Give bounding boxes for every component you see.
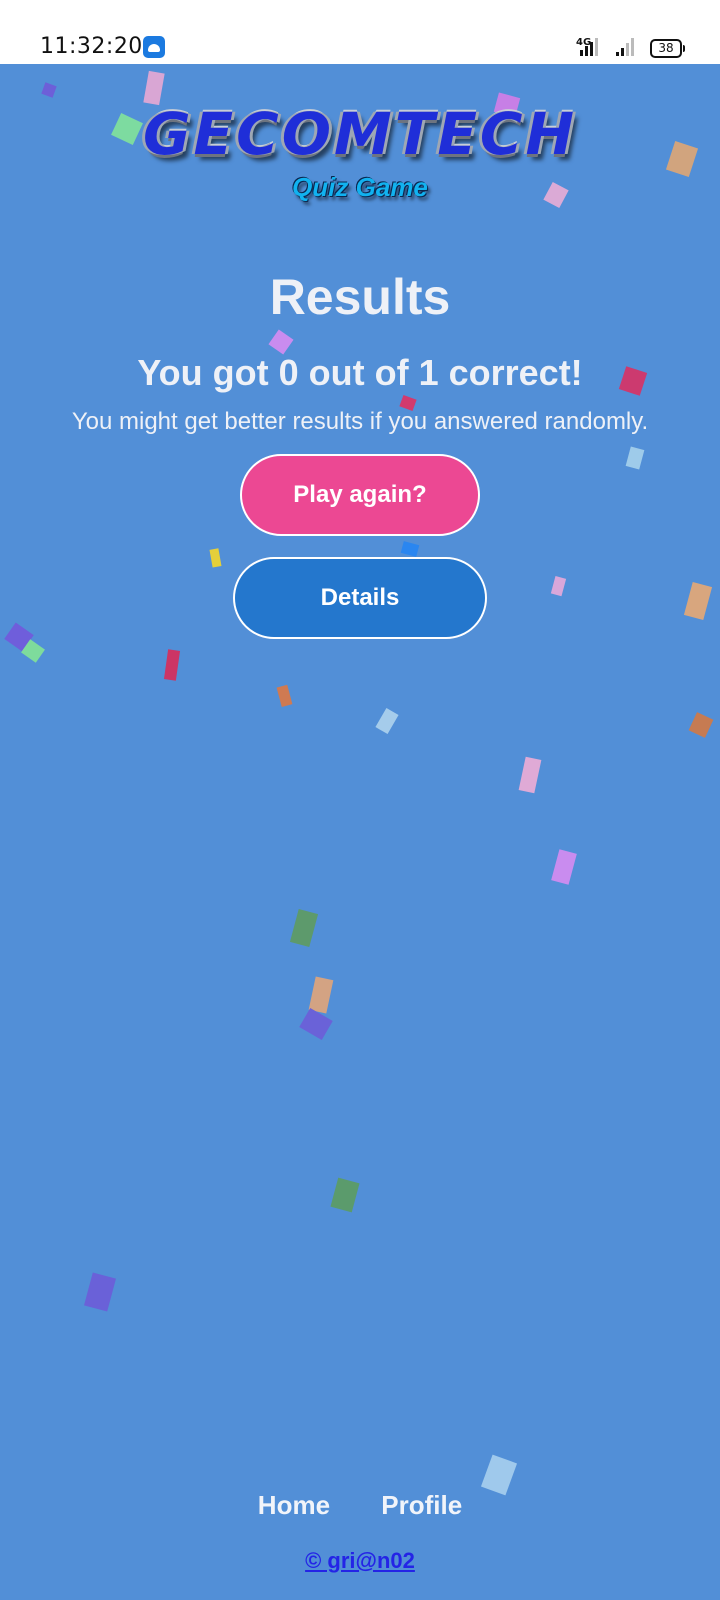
result-comment: You might get better results if you answ… [71,408,649,435]
profile-link[interactable]: Profile [381,1490,462,1520]
copyright-link[interactable]: © gri@n02 [305,1548,415,1573]
confetti-piece [688,712,714,738]
confetti-piece [163,649,181,681]
status-time: 11:32:20 [40,34,143,59]
copyright: © gri@n02 [0,1548,720,1574]
confetti-piece [308,976,334,1014]
confetti-piece [375,707,399,735]
page-title: Results [269,269,451,325]
footer-nav: Home Profile [0,1490,720,1521]
battery-level: 38 [658,41,674,55]
confetti-piece [209,548,222,568]
app-logo: GECOMTECH [142,100,578,168]
confetti-piece [625,446,645,470]
signal-strength-icon [580,38,606,56]
score-text: You got 0 out of 1 correct! [137,352,583,393]
status-bar: 11:32:20 4G 38 [0,0,720,64]
confetti-piece [299,1007,333,1041]
play-again-button[interactable]: Play again? [240,454,480,536]
confetti-piece [683,581,713,621]
android-notification-icon [143,36,165,58]
confetti-piece [268,329,294,355]
home-link[interactable]: Home [258,1490,330,1520]
confetti-piece [330,1177,360,1213]
confetti-piece [41,82,57,98]
confetti-piece [518,756,542,794]
confetti-piece [84,1272,116,1312]
confetti-piece [551,849,577,885]
confetti-piece [289,908,319,948]
details-button[interactable]: Details [233,557,487,639]
confetti-piece [21,639,45,663]
confetti-piece [4,622,34,652]
confetti-piece [276,684,293,707]
battery-icon: 38 [650,39,685,58]
signal-strength-icon-sim2 [616,38,642,56]
confetti-piece [400,541,420,557]
confetti-piece [550,576,567,597]
app-subtitle: Quiz Game [292,172,428,202]
